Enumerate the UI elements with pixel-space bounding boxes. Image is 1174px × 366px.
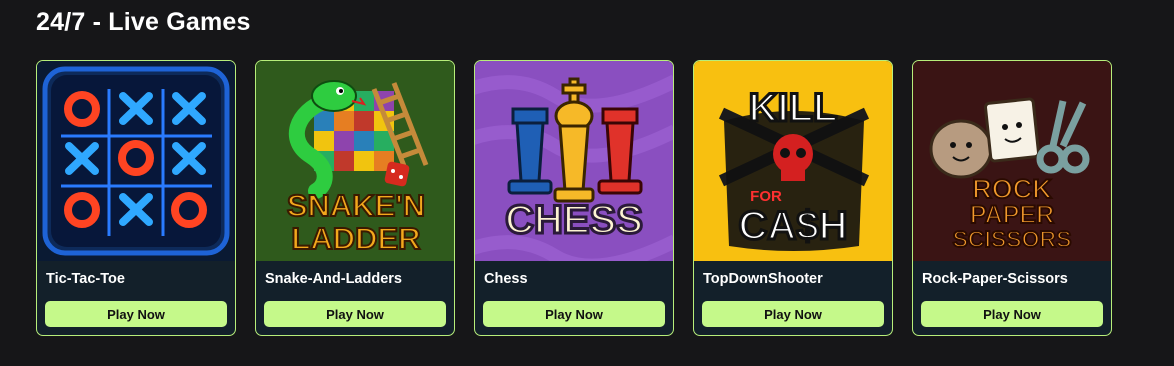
play-now-button[interactable]: Play Now — [702, 301, 884, 327]
play-now-button[interactable]: Play Now — [483, 301, 665, 327]
game-title: Chess — [484, 271, 528, 287]
play-now-button[interactable]: Play Now — [921, 301, 1103, 327]
chess-art-text: CHESS — [505, 198, 643, 242]
rps-art-line3: SCISSORS — [953, 226, 1072, 252]
game-card-tic-tac-toe[interactable]: Tic-Tac-Toe Play Now — [36, 60, 236, 336]
games-grid: Tic-Tac-Toe Play Now SNAKE'N LADDER Snak… — [36, 60, 1116, 338]
play-now-button[interactable]: Play Now — [264, 301, 446, 327]
rps-art-line2: PAPER — [970, 201, 1054, 229]
game-card-rock-paper-scissors[interactable]: ROCK PAPER SCISSORS Rock-Paper-Scissors … — [912, 60, 1112, 336]
game-title: TopDownShooter — [703, 271, 823, 287]
play-now-button[interactable]: Play Now — [45, 301, 227, 327]
kill-for-cash-logo-icon: KILL FOR CA$H — [694, 61, 892, 261]
game-card-snake-and-ladders[interactable]: SNAKE'N LADDER Snake-And-Ladders Play No… — [255, 60, 455, 336]
for-art-text: FOR — [750, 188, 782, 205]
tic-tac-toe-thumbnail[interactable] — [37, 61, 235, 261]
section-title: 24/7 - Live Games — [36, 8, 251, 36]
kill-for-cash-thumbnail[interactable]: KILL FOR CA$H — [694, 61, 892, 261]
rps-art-line1: ROCK — [972, 174, 1052, 204]
game-title: Snake-And-Ladders — [265, 271, 402, 287]
game-title: Tic-Tac-Toe — [46, 271, 125, 287]
rock-paper-scissors-logo-icon: ROCK PAPER SCISSORS — [913, 61, 1111, 261]
snake-ladder-art-line1: SNAKE'N — [287, 188, 425, 223]
game-card-topdownshooter[interactable]: KILL FOR CA$H TopDownShooter Play Now — [693, 60, 893, 336]
snake-ladder-logo-icon: SNAKE'N LADDER — [256, 61, 454, 261]
snake-ladder-thumbnail[interactable]: SNAKE'N LADDER — [256, 61, 454, 261]
snake-ladder-art-line2: LADDER — [291, 221, 420, 256]
game-title: Rock-Paper-Scissors — [922, 271, 1068, 287]
rock-paper-scissors-thumbnail[interactable]: ROCK PAPER SCISSORS — [913, 61, 1111, 261]
chess-thumbnail[interactable]: CHESS — [475, 61, 673, 261]
tic-tac-toe-logo-icon — [37, 61, 235, 261]
cash-art-text: CA$H — [739, 204, 848, 248]
kill-art-text: KILL — [749, 86, 838, 130]
game-card-chess[interactable]: CHESS Chess Play Now — [474, 60, 674, 336]
chess-logo-icon: CHESS — [475, 61, 673, 261]
